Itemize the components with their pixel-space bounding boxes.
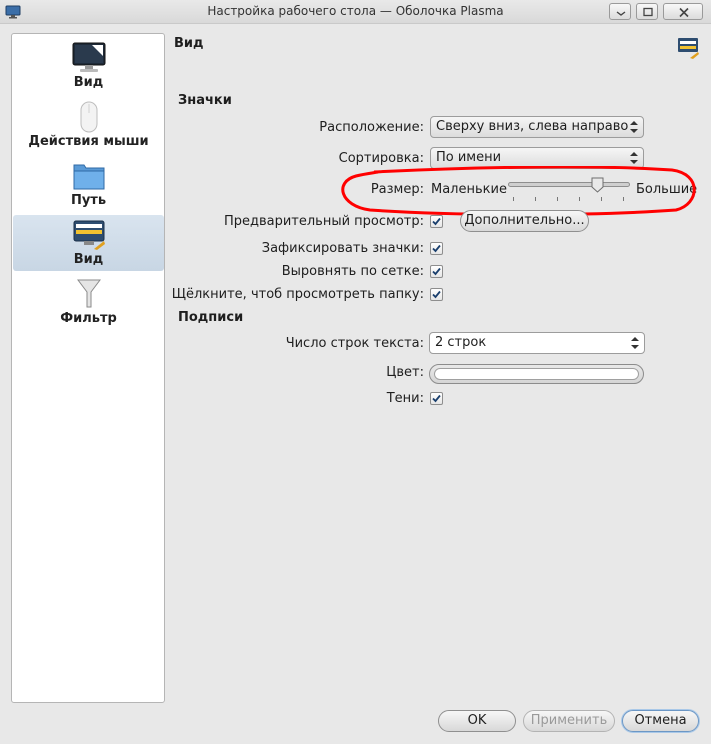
preview-label: Предварительный просмотр:: [223, 214, 424, 229]
click-folder-label: Щёлкните, чтоб просмотреть папку:: [171, 287, 424, 302]
updown-arrows-icon: [631, 337, 639, 349]
arrangement-value: Сверху вниз, слева направо: [436, 119, 629, 134]
click-folder-checkbox[interactable]: [430, 288, 443, 301]
checkmark-icon: [432, 394, 441, 403]
shadows-label: Тени:: [386, 391, 424, 406]
ok-button[interactable]: OK: [438, 710, 516, 732]
view-settings-icon: [678, 38, 699, 59]
lock-icons-checkbox[interactable]: [430, 242, 443, 255]
checkmark-icon: [432, 244, 441, 253]
color-swatch: [434, 368, 639, 380]
view-icon: [73, 220, 105, 250]
page-title: Вид: [174, 36, 204, 51]
sidebar-item-path[interactable]: Путь: [13, 156, 164, 212]
sidebar-item-view[interactable]: Вид: [13, 38, 164, 94]
sidebar-item-label: Фильтр: [60, 311, 117, 326]
sidebar-item-label: Вид: [73, 75, 104, 90]
more-button[interactable]: Дополнительно...: [460, 210, 589, 232]
icons-section-heading: Значки: [178, 93, 232, 108]
sorting-value: По имени: [436, 150, 502, 165]
apply-button[interactable]: Применить: [523, 710, 615, 732]
minimize-button[interactable]: [609, 3, 631, 20]
text-lines-spinbox[interactable]: 2 строк: [429, 332, 645, 354]
text-lines-value: 2 строк: [435, 335, 487, 350]
close-button[interactable]: [663, 3, 703, 20]
monitor-icon: [72, 42, 106, 72]
minimize-icon: [616, 11, 626, 16]
checkmark-icon: [432, 217, 441, 226]
funnel-icon: [77, 279, 101, 308]
maximize-button[interactable]: [636, 3, 658, 20]
updown-arrows-icon: [630, 121, 638, 133]
sidebar-item-mouse-actions[interactable]: Действия мыши: [13, 97, 164, 153]
sidebar-item-label: Вид: [73, 252, 104, 267]
text-lines-label: Число строк текста:: [285, 336, 424, 351]
arrangement-label: Расположение:: [319, 120, 424, 135]
cancel-button[interactable]: Отмена: [622, 710, 699, 732]
sidebar-item-filter[interactable]: Фильтр: [13, 274, 164, 330]
captions-section-heading: Подписи: [178, 310, 244, 325]
updown-arrows-icon: [630, 152, 638, 164]
sidebar-item-label: Путь: [70, 193, 107, 208]
align-grid-label: Выровнять по сетке:: [281, 264, 424, 279]
preview-checkbox[interactable]: [430, 215, 443, 228]
align-grid-checkbox[interactable]: [430, 265, 443, 278]
mouse-icon: [80, 101, 98, 133]
sidebar: Вид Действия мыши Путь Вид Фильтр: [11, 33, 165, 703]
close-icon: [679, 7, 689, 18]
sidebar-item-label: Действия мыши: [28, 134, 149, 149]
color-label: Цвет:: [386, 365, 424, 380]
checkmark-icon: [432, 267, 441, 276]
shadows-checkbox[interactable]: [430, 392, 443, 405]
folder-icon: [73, 164, 105, 190]
title-bar: Настройка рабочего стола — Оболочка Plas…: [0, 0, 711, 24]
maximize-icon: [643, 7, 653, 17]
arrangement-combo[interactable]: Сверху вниз, слева направо: [430, 116, 644, 138]
sorting-label: Сортировка:: [338, 151, 424, 166]
sidebar-item-view-active[interactable]: Вид: [13, 215, 164, 271]
lock-icons-label: Зафиксировать значки:: [261, 241, 424, 256]
window-title: Настройка рабочего стола — Оболочка Plas…: [207, 4, 504, 18]
checkmark-icon: [432, 290, 441, 299]
color-picker-button[interactable]: [429, 364, 644, 384]
